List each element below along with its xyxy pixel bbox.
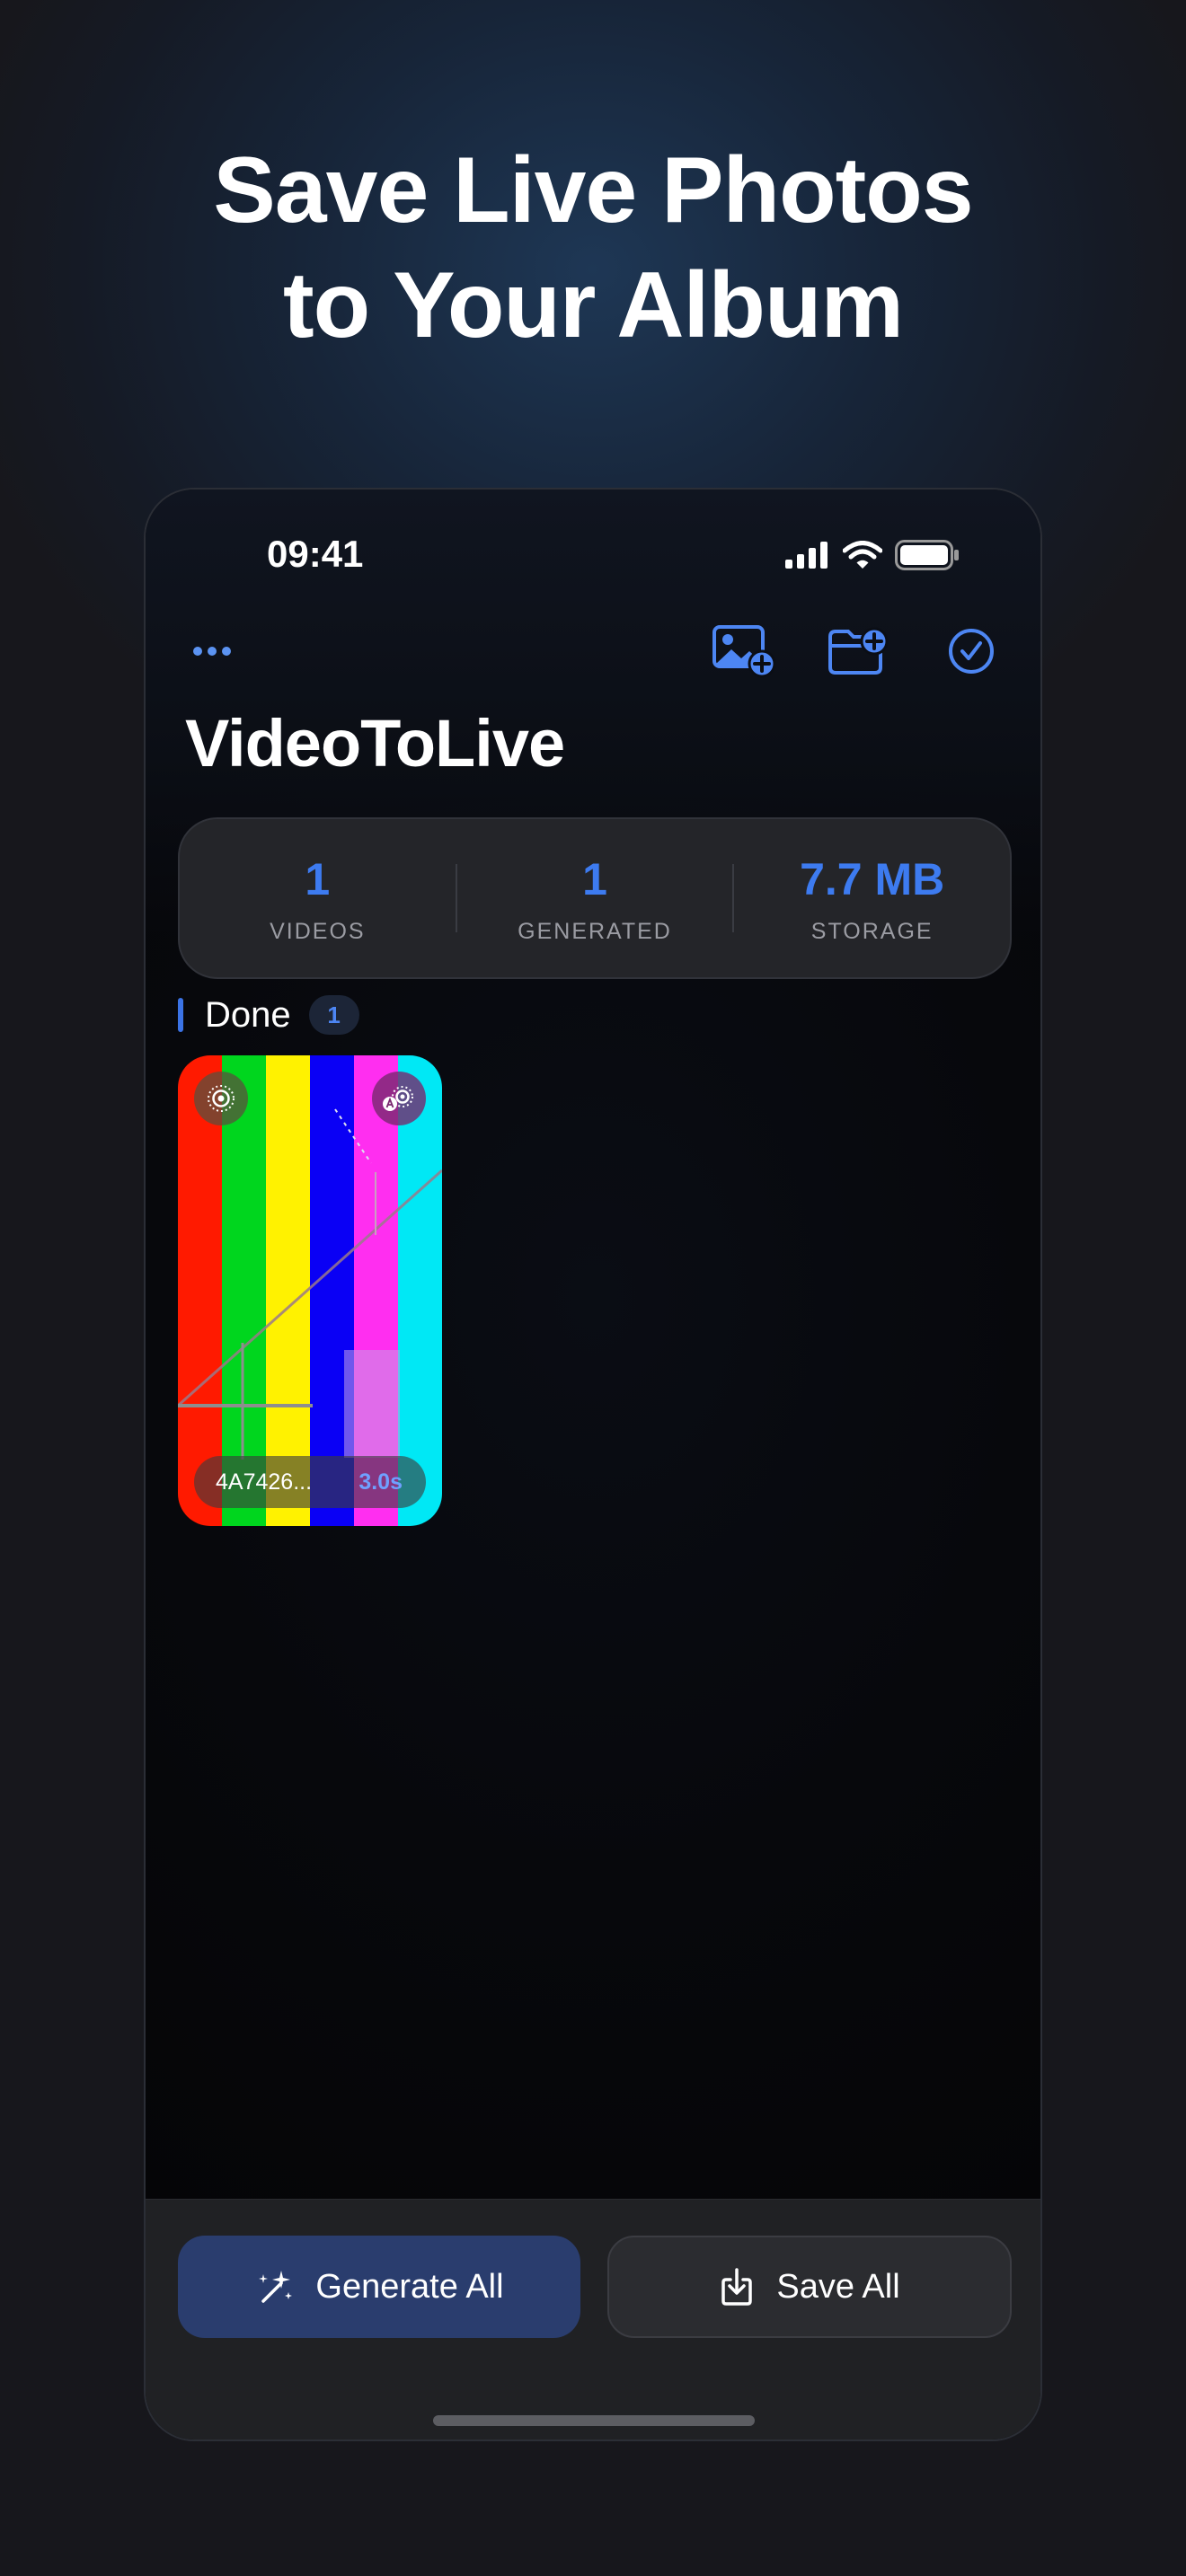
home-indicator (433, 2415, 755, 2426)
headline-line-1: Save Live Photos (213, 138, 973, 243)
marketing-headline: Save Live Photos to Your Album (0, 133, 1186, 363)
add-folder-icon (828, 627, 889, 675)
live-photo-icon (208, 1085, 235, 1112)
select-button[interactable] (938, 618, 1005, 684)
generate-all-button[interactable]: Generate All (178, 2236, 580, 2338)
stat-label: STORAGE (810, 918, 934, 944)
magic-wand-icon (259, 2271, 293, 2303)
generate-all-label: Generate All (315, 2267, 504, 2306)
stat-value: 7.7 MB (800, 853, 945, 904)
headline-line-2: to Your Album (283, 253, 904, 357)
bottom-action-bar: Generate All Save All (146, 2199, 1040, 2439)
thumbnail-info-pill: 4A7426... 3.0s (194, 1456, 426, 1508)
add-folder-button[interactable] (825, 618, 891, 684)
phone-frame: 09:41 VideoToLive 1 VIDEOS 1 GENERATED 7… (144, 488, 1042, 2441)
stats-card: 1 VIDEOS 1 GENERATED 7.7 MB STORAGE (178, 817, 1012, 979)
save-all-button[interactable]: Save All (607, 2236, 1012, 2338)
section-title: Done (205, 994, 291, 1035)
section-header-done: Done 1 (178, 995, 359, 1035)
status-icons (785, 539, 960, 571)
video-duration: 3.0s (358, 1469, 403, 1495)
stat-value: 1 (305, 853, 331, 904)
save-all-label: Save All (776, 2267, 900, 2306)
status-time: 09:41 (267, 533, 364, 575)
app-title: VideoToLive (185, 706, 565, 781)
add-photo-button[interactable] (712, 618, 778, 684)
select-checkmark-icon (949, 629, 994, 674)
cellular-signal-icon (785, 542, 828, 569)
add-photo-icon (712, 625, 776, 678)
stat-label: VIDEOS (270, 918, 366, 944)
section-count-badge: 1 (308, 995, 359, 1035)
save-download-icon (721, 2268, 753, 2306)
battery-icon (895, 540, 959, 570)
ellipsis-icon (193, 647, 231, 656)
stat-label: GENERATED (518, 918, 672, 944)
stat-generated: 1 GENERATED (457, 852, 733, 945)
stat-storage: 7.7 MB STORAGE (734, 852, 1010, 945)
video-name: 4A7426... (216, 1469, 313, 1495)
section-accent-bar (178, 998, 183, 1032)
auto-live-badge (372, 1072, 426, 1125)
stat-value: 1 (582, 853, 607, 904)
video-thumbnail[interactable]: 4A7426... 3.0s (178, 1055, 442, 1526)
stat-videos: 1 VIDEOS (180, 852, 456, 945)
live-photo-badge (194, 1072, 248, 1125)
wifi-icon (843, 541, 882, 569)
more-button[interactable] (189, 633, 243, 669)
nav-toolbar (712, 615, 1005, 687)
auto-live-photo-icon (383, 1086, 413, 1111)
